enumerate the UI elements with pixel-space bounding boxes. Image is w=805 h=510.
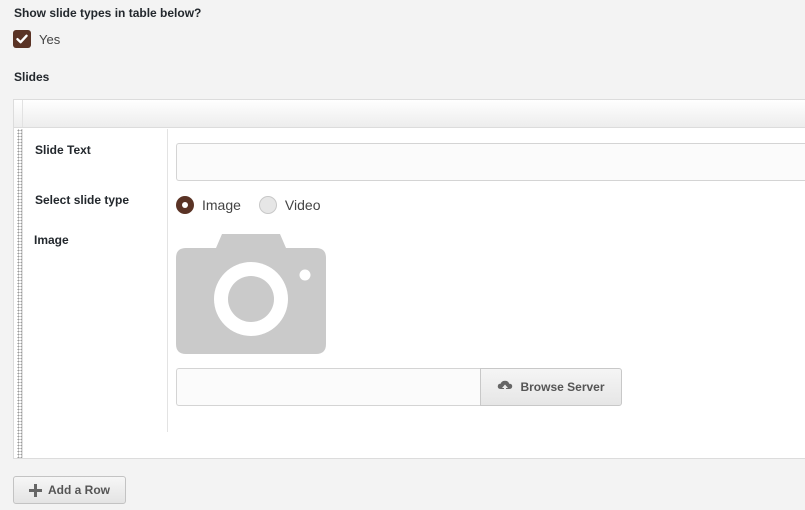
slide-type-radio-group: Image Video xyxy=(176,196,338,214)
show-types-question: Show slide types in table below? xyxy=(14,6,202,20)
slide-text-label: Slide Text xyxy=(35,143,91,157)
radio-image-label[interactable]: Image xyxy=(202,197,241,213)
add-row-button[interactable]: Add a Row xyxy=(13,476,126,504)
image-path-input[interactable] xyxy=(176,368,480,406)
row-labels-column: Slide Text Select slide type Image xyxy=(24,129,168,432)
image-path-group: Browse Server xyxy=(176,368,622,406)
row-drag-handle[interactable] xyxy=(17,129,23,458)
repeater-header-grip xyxy=(17,100,23,127)
browse-server-button[interactable]: Browse Server xyxy=(480,368,622,406)
radio-video[interactable] xyxy=(258,196,277,214)
camera-icon[interactable] xyxy=(176,232,326,354)
radio-image[interactable] xyxy=(176,196,194,214)
slide-text-input[interactable] xyxy=(176,143,805,181)
repeater-header xyxy=(14,100,805,128)
show-types-checkbox[interactable] xyxy=(13,30,31,48)
browse-server-label: Browse Server xyxy=(520,380,605,394)
add-row-label: Add a Row xyxy=(48,483,110,497)
show-types-yes-option[interactable]: Yes xyxy=(13,30,60,48)
checkmark-icon xyxy=(16,34,28,44)
slides-section-label: Slides xyxy=(14,70,50,84)
upload-cloud-icon xyxy=(498,380,513,393)
image-label: Image xyxy=(34,233,69,247)
show-types-yes-label: Yes xyxy=(39,31,61,47)
plus-icon xyxy=(29,483,42,497)
slide-type-label: Select slide type xyxy=(35,193,130,207)
radio-video-label[interactable]: Video xyxy=(285,197,321,213)
slides-repeater: Slide Text Select slide type Image Image… xyxy=(13,99,805,459)
